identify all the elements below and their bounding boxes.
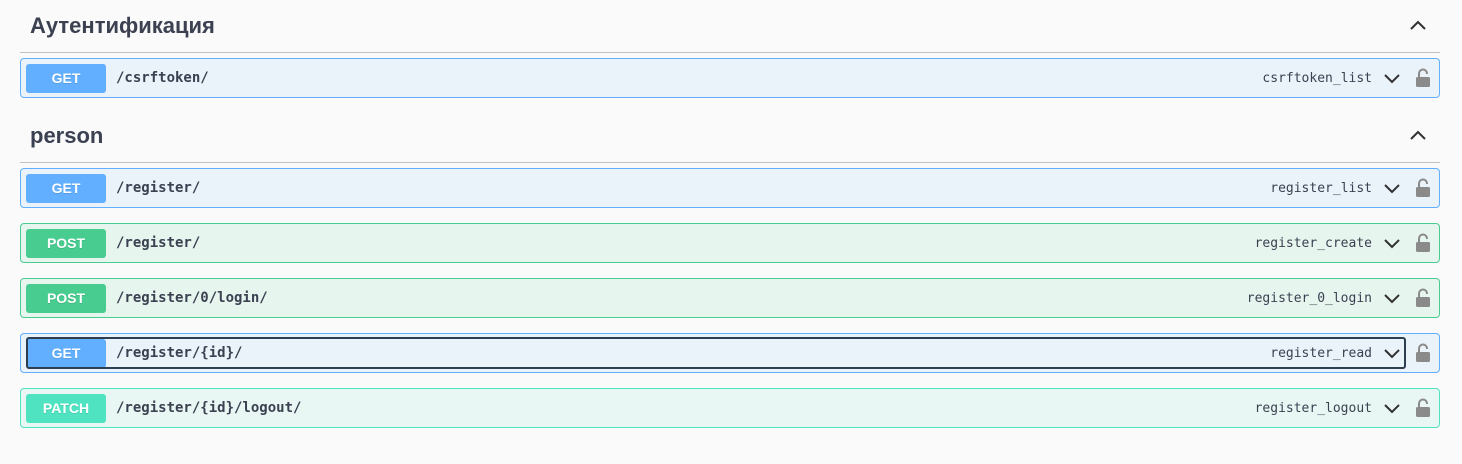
tag-title: Аутентификация xyxy=(30,13,215,38)
operation-path: /register/{id}/ xyxy=(116,345,243,361)
lock-icon[interactable] xyxy=(1412,230,1434,256)
method-badge: GET xyxy=(26,63,106,93)
chevron-down-icon[interactable] xyxy=(1382,398,1402,418)
chevron-up-icon[interactable] xyxy=(1406,14,1430,38)
operation-post-register-login: POST /register/0/login/ register_0_login xyxy=(20,278,1440,318)
method-badge: POST xyxy=(26,228,106,258)
chevron-down-icon[interactable] xyxy=(1382,178,1402,198)
operation-get-register: GET /register/ register_list xyxy=(20,168,1440,208)
lock-icon[interactable] xyxy=(1412,395,1434,421)
tag-section-person: person GET /register/ register_list POST… xyxy=(20,110,1440,428)
operation-post-register: POST /register/ register_create xyxy=(20,223,1440,263)
method-badge: PATCH xyxy=(26,393,106,423)
operation-path: /register/ xyxy=(116,235,201,251)
operation-path: /register/0/login/ xyxy=(116,290,268,306)
chevron-down-icon[interactable] xyxy=(1382,288,1402,308)
operation-path: /register/ xyxy=(116,180,201,196)
chevron-down-icon[interactable] xyxy=(1382,233,1402,253)
operation-summary[interactable]: GET /register/{id}/ register_read xyxy=(26,337,1406,369)
operation-get-csrftoken: GET /csrftoken/ csrftoken_list xyxy=(20,58,1440,98)
operation-path: /register/{id}/logout/ xyxy=(116,400,302,416)
operation-id: csrftoken_list xyxy=(1262,70,1372,86)
lock-icon[interactable] xyxy=(1412,285,1434,311)
lock-icon[interactable] xyxy=(1412,340,1434,366)
operation-id: register_0_login xyxy=(1246,290,1372,306)
tag-title: person xyxy=(30,123,104,148)
operation-summary[interactable]: GET /csrftoken/ csrftoken_list xyxy=(26,62,1406,94)
operation-id: register_read xyxy=(1270,345,1372,361)
chevron-down-icon[interactable] xyxy=(1382,343,1402,363)
operation-id: register_create xyxy=(1254,235,1372,251)
method-badge: GET xyxy=(26,173,106,203)
chevron-up-icon[interactable] xyxy=(1406,124,1430,148)
operation-id: register_list xyxy=(1270,180,1372,196)
operation-summary[interactable]: GET /register/ register_list xyxy=(26,172,1406,204)
method-badge: POST xyxy=(26,283,106,313)
operation-path: /csrftoken/ xyxy=(116,70,209,86)
chevron-down-icon[interactable] xyxy=(1382,68,1402,88)
lock-icon[interactable] xyxy=(1412,175,1434,201)
operation-summary[interactable]: POST /register/ register_create xyxy=(26,227,1406,259)
method-badge: GET xyxy=(26,338,106,368)
tag-header[interactable]: person xyxy=(20,110,1440,163)
operation-id: register_logout xyxy=(1254,400,1372,416)
operation-get-register-id: GET /register/{id}/ register_read xyxy=(20,333,1440,373)
lock-icon[interactable] xyxy=(1412,65,1434,91)
operation-summary[interactable]: POST /register/0/login/ register_0_login xyxy=(26,282,1406,314)
tag-header[interactable]: Аутентификация xyxy=(20,0,1440,53)
tag-section-authentication: Аутентификация GET /csrftoken/ csrftoken… xyxy=(20,0,1440,98)
operation-patch-register-logout: PATCH /register/{id}/logout/ register_lo… xyxy=(20,388,1440,428)
operation-summary[interactable]: PATCH /register/{id}/logout/ register_lo… xyxy=(26,392,1406,424)
